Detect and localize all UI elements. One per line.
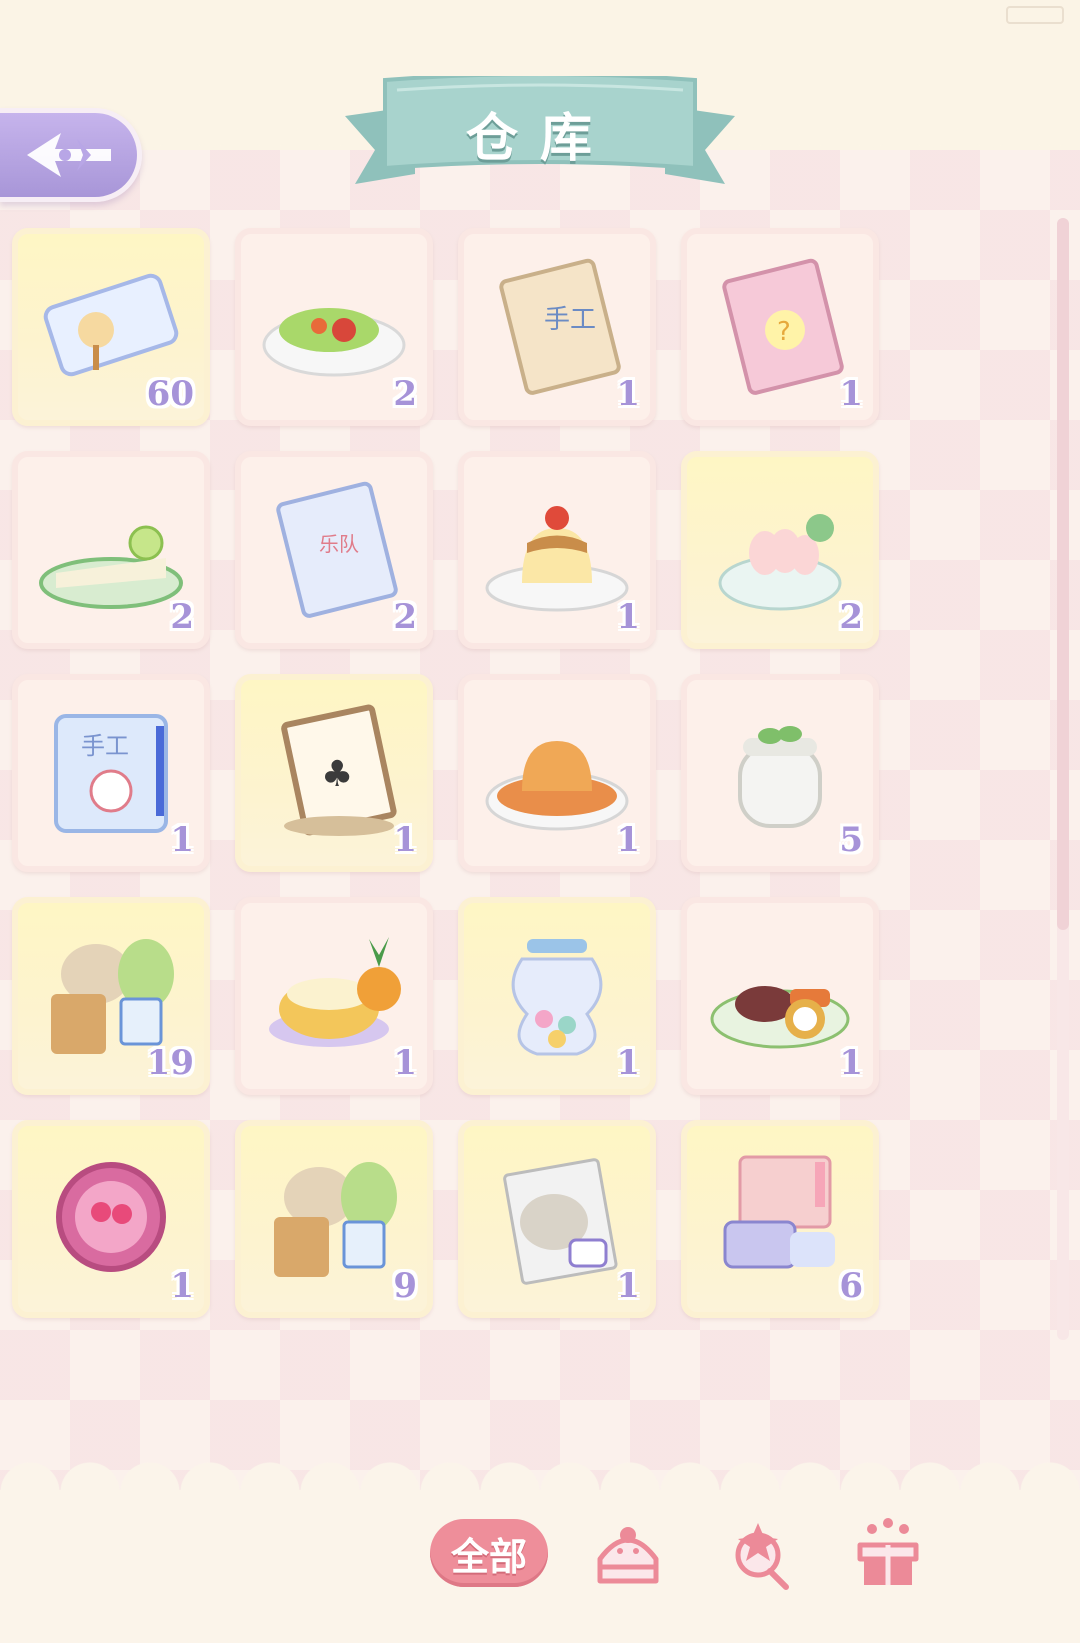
item-count: 1 — [616, 1043, 640, 1083]
svg-text:乐队: 乐队 — [319, 532, 359, 556]
candy-jar-icon — [511, 939, 603, 1056]
inventory-item-card[interactable]: ♣ 1 — [235, 674, 433, 872]
item-count: 1 — [393, 820, 417, 860]
category-tab-bar: 全部 — [430, 1515, 950, 1595]
item-count: 1 — [839, 1043, 863, 1083]
item-count: 2 — [170, 597, 194, 637]
lime-cake-icon — [39, 525, 183, 609]
inventory-item-card[interactable]: 2 — [681, 451, 879, 649]
inventory-item-card[interactable]: 19 — [12, 897, 210, 1095]
item-count: 5 — [839, 820, 863, 860]
inventory-item-card[interactable]: 1 — [458, 897, 656, 1095]
inventory-item-card[interactable]: 1 — [458, 674, 656, 872]
item-count: 2 — [393, 374, 417, 414]
svg-text:♣: ♣ — [321, 754, 353, 795]
inventory-item-card[interactable]: 1 — [12, 1120, 210, 1318]
inventory-item-card[interactable]: 9 — [235, 1120, 433, 1318]
art-supplies-icon — [723, 1155, 835, 1269]
scrollbar-thumb[interactable] — [1057, 218, 1069, 930]
item-count: 1 — [616, 1266, 640, 1306]
arrow-left-icon — [26, 133, 111, 177]
badge-icon — [56, 1162, 166, 1272]
grocery-bundle-icon — [274, 1162, 397, 1277]
item-count: 1 — [616, 820, 640, 860]
item-count: 1 — [839, 374, 863, 414]
pudding-icon — [485, 506, 629, 612]
footer-scallop-border — [0, 1462, 1080, 1492]
page-title: 仓库 — [465, 109, 614, 169]
inventory-item-card[interactable]: 6 — [681, 1120, 879, 1318]
item-count: 1 — [170, 820, 194, 860]
item-count: 1 — [170, 1266, 194, 1306]
item-count: 2 — [393, 597, 417, 637]
flour-bag-icon — [503, 1158, 618, 1285]
inventory-grid: 60 2 手工 1? 1 2 乐队 2 1 2 手工 1 ♣ 1 1 5 19 1 1 1 1 9 1 6 — [12, 228, 892, 1318]
handcraft-book-icon: 手工 — [499, 258, 621, 395]
item-count: 6 — [839, 1266, 863, 1306]
svg-text:手工: 手工 — [81, 732, 129, 760]
back-button[interactable] — [0, 108, 142, 202]
item-count: 60 — [146, 374, 194, 414]
ornament-tab-icon[interactable] — [720, 1515, 796, 1591]
inventory-item-card[interactable]: 乐队 2 — [235, 451, 433, 649]
caramel-flan-icon — [485, 741, 629, 831]
inventory-item-card[interactable]: 手工 1 — [458, 228, 656, 426]
inventory-item-card[interactable]: 1 — [458, 451, 656, 649]
item-count: 1 — [616, 597, 640, 637]
scrollbar[interactable] — [1057, 218, 1069, 1340]
inventory-item-card[interactable]: ? 1 — [681, 228, 879, 426]
inventory-item-card[interactable]: 1 — [235, 897, 433, 1095]
meat-salad-icon — [710, 986, 850, 1049]
tab-all[interactable]: 全部 — [430, 1519, 548, 1587]
band-book-icon: 乐队 — [276, 481, 398, 618]
title-banner: 仓库 — [345, 76, 735, 204]
wrap-dish-icon — [262, 308, 406, 377]
inventory-item-card[interactable]: 2 — [235, 228, 433, 426]
svg-text:?: ? — [777, 317, 791, 347]
inventory-item-card[interactable]: 1 — [681, 897, 879, 1095]
craft-notebook-icon: 手工 — [54, 714, 168, 833]
inventory-item-card[interactable]: 1 — [458, 1120, 656, 1318]
battery-icon — [1006, 6, 1064, 24]
item-count: 1 — [616, 374, 640, 414]
cake-tab-icon[interactable] — [590, 1515, 666, 1591]
item-count: 2 — [839, 597, 863, 637]
pineapple-dessert-icon — [269, 937, 401, 1047]
shrimp-salad-icon — [718, 514, 842, 611]
item-count: 19 — [146, 1043, 194, 1083]
inventory-item-card[interactable]: 60 — [12, 228, 210, 426]
item-count: 1 — [393, 1043, 417, 1083]
inventory-item-card[interactable]: 5 — [681, 674, 879, 872]
inventory-item-card[interactable]: 手工 1 — [12, 674, 210, 872]
playing-card-frame-icon: ♣ — [281, 704, 397, 836]
yogurt-jar-icon — [738, 726, 822, 828]
art-book-icon: ? — [722, 258, 844, 395]
gift-box-tab-icon[interactable] — [850, 1515, 926, 1591]
item-count: 9 — [393, 1266, 417, 1306]
svg-text:手工: 手工 — [544, 305, 596, 335]
inventory-item-card[interactable]: 2 — [12, 451, 210, 649]
